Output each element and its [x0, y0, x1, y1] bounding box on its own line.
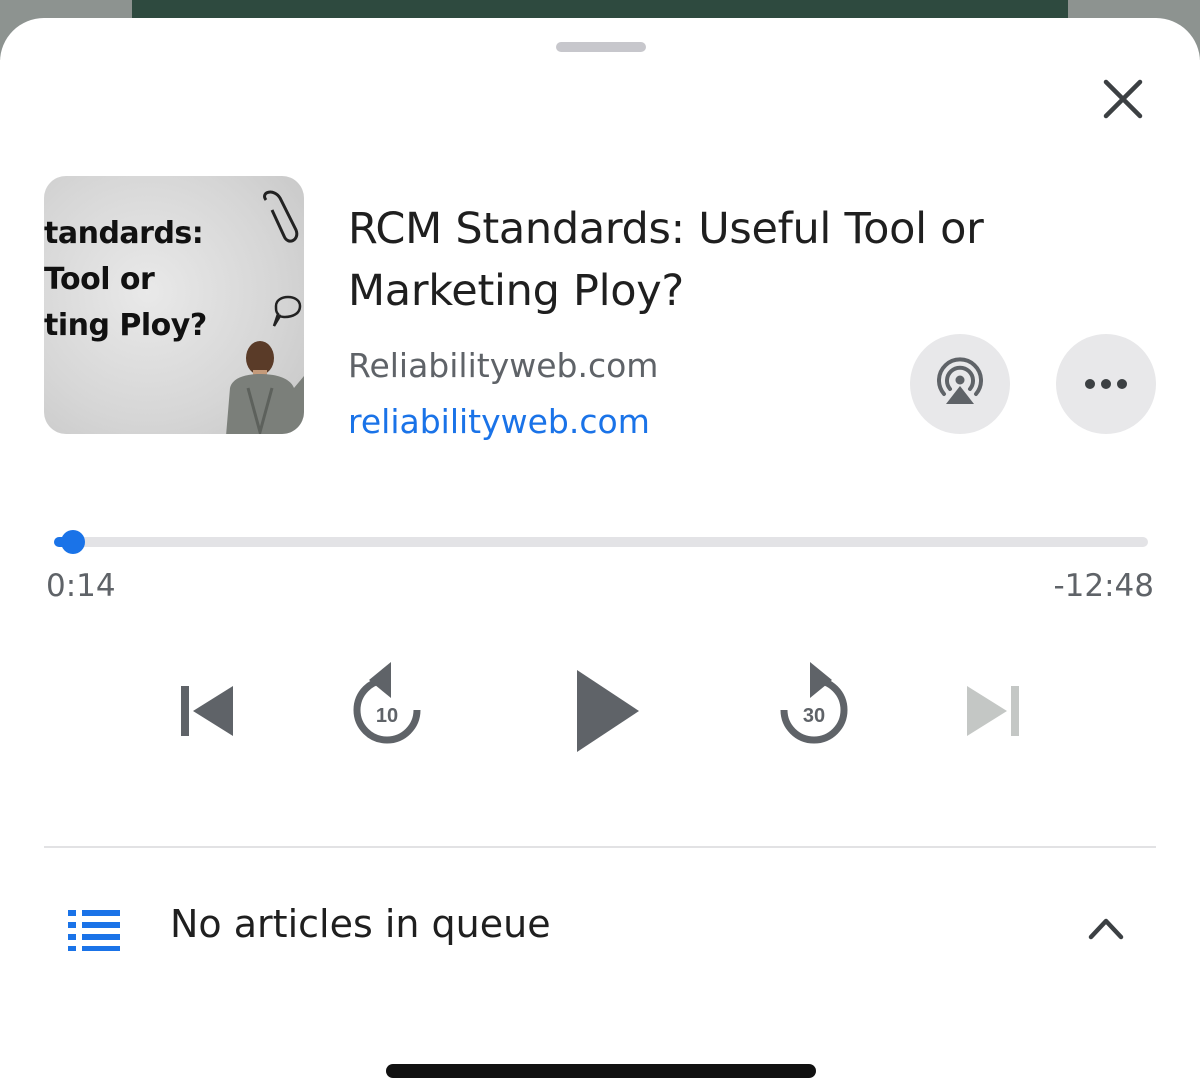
- expand-queue-button[interactable]: [1080, 904, 1132, 952]
- article-source-link[interactable]: reliabilityweb.com: [348, 402, 650, 441]
- paperclip-drawing: [263, 190, 299, 243]
- rewind-10-icon: 10: [353, 662, 421, 744]
- businessman-figure: [226, 341, 304, 434]
- progress-thumb[interactable]: [61, 530, 86, 554]
- queue-status-label: No articles in queue: [170, 902, 551, 946]
- airplay-icon: [937, 357, 983, 404]
- skip-previous-button[interactable]: [170, 673, 244, 749]
- more-icon: [1085, 379, 1127, 389]
- thumbnail-text-line: ting Ploy?: [44, 308, 207, 343]
- play-button[interactable]: [560, 663, 656, 759]
- home-indicator[interactable]: [386, 1064, 816, 1078]
- skip-next-icon: [967, 686, 1019, 736]
- rewind-10-button[interactable]: 10: [343, 658, 431, 754]
- article-thumbnail: tandards: Tool or ting Ploy?: [44, 176, 304, 434]
- play-icon: [577, 670, 639, 752]
- section-divider: [44, 846, 1156, 848]
- playback-progress-slider[interactable]: [54, 518, 1148, 566]
- elapsed-time: 0:14: [46, 568, 116, 604]
- thumbnail-text-line: Tool or: [44, 262, 155, 297]
- list-icon: [68, 910, 120, 951]
- article-title: RCM Standards: Useful Tool or Marketing …: [348, 204, 984, 316]
- close-icon: [1103, 79, 1143, 119]
- player-sheet: tandards: Tool or ting Ploy? RCM Standar…: [0, 18, 1200, 1082]
- airplay-button[interactable]: [910, 334, 1010, 434]
- rewind-seconds-label: 10: [376, 705, 398, 727]
- remaining-time: -12:48: [1053, 568, 1154, 604]
- forward-30-button[interactable]: 30: [770, 658, 858, 754]
- skip-previous-icon: [181, 686, 233, 736]
- sheet-grabber[interactable]: [556, 42, 646, 52]
- forward-seconds-label: 30: [803, 705, 825, 727]
- publisher-name: Reliabilityweb.com: [348, 346, 659, 385]
- more-options-button[interactable]: [1056, 334, 1156, 434]
- skip-next-button[interactable]: [956, 673, 1030, 749]
- speech-bubble-drawing: [272, 295, 302, 327]
- forward-30-icon: 30: [780, 662, 848, 744]
- chevron-up-icon: [1088, 918, 1124, 940]
- thumbnail-text-line: tandards:: [44, 216, 204, 251]
- close-button[interactable]: [1090, 74, 1156, 124]
- progress-track: [54, 537, 1148, 547]
